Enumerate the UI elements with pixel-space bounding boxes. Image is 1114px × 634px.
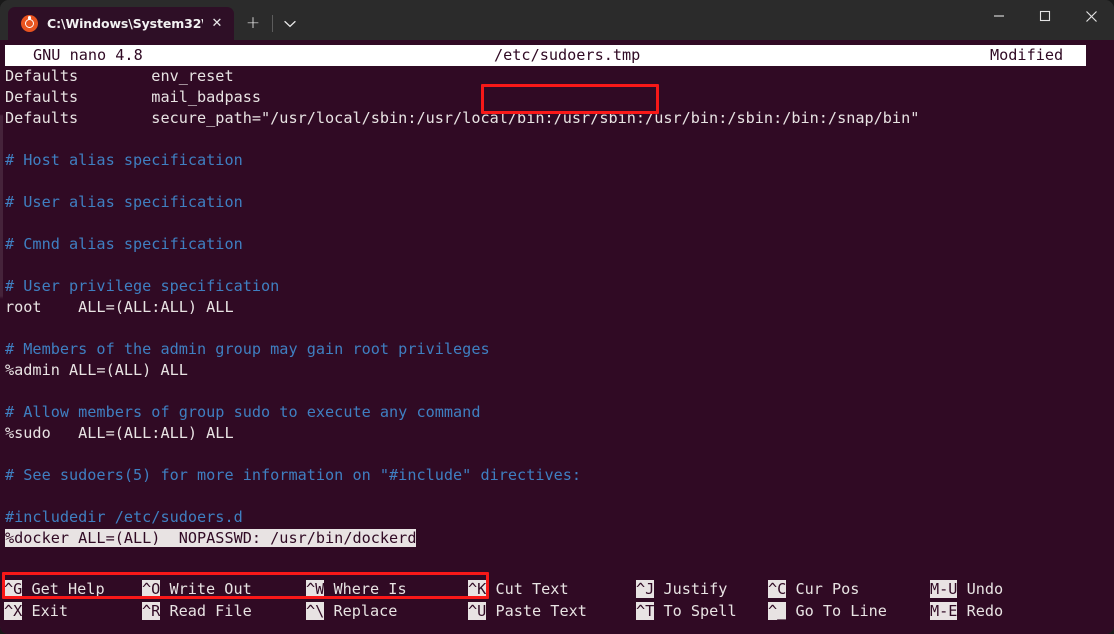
terminal-window: C:\Windows\System32\wsl.ex ✕ + (0, 0, 1114, 634)
nano-line[interactable]: Defaults secure_path="/usr/local/sbin:/u… (0, 108, 1114, 129)
shortcut-label: Paste Text (486, 602, 587, 620)
shortcut-column: ^K Cut Text^U Paste Text (468, 578, 587, 622)
nano-line[interactable] (0, 171, 1114, 192)
close-icon[interactable] (1068, 0, 1114, 32)
tab-strip: C:\Windows\System32\wsl.ex ✕ + (0, 0, 305, 40)
nano-line[interactable] (0, 318, 1114, 339)
shortcut-column: ^J Justify^T To Spell (636, 578, 737, 622)
shortcut-label: Read File (160, 602, 251, 620)
nano-line[interactable] (0, 213, 1114, 234)
shortcut-key: ^K (468, 580, 486, 598)
shortcut-label: Cut Text (486, 580, 568, 598)
shortcut-column: ^W Where Is^\ Replace (306, 578, 407, 622)
shortcut-column: ^G Get Help^X Exit (4, 578, 105, 622)
nano-version-label: GNU nano 4.8 (33, 45, 143, 66)
nano-line[interactable] (0, 381, 1114, 402)
shortcut-label: Exit (22, 602, 68, 620)
nano-line[interactable]: # User privilege specification (0, 276, 1114, 297)
chevron-down-icon[interactable] (275, 9, 305, 39)
nano-line[interactable] (0, 129, 1114, 150)
nano-line[interactable]: # Host alias specification (0, 150, 1114, 171)
shortcut-column: ^C Cur Pos^_ Go To Line (768, 578, 887, 622)
nano-line[interactable]: Defaults env_reset (0, 66, 1114, 87)
window-drag-region[interactable] (305, 0, 976, 40)
nano-line[interactable]: # User alias specification (0, 192, 1114, 213)
shortcut-column: M-U UndoM-E Redo (930, 578, 1003, 622)
shortcut-key: ^C (768, 580, 786, 598)
nano-line-text: %docker ALL=(ALL) NOPASSWD: /usr/bin/doc… (5, 529, 416, 547)
window-controls (976, 0, 1114, 40)
shortcut-key: ^\ (306, 602, 324, 620)
shortcut-entry[interactable]: ^G Get Help (4, 578, 105, 600)
shortcut-label: Get Help (22, 580, 104, 598)
shortcut-key: ^_ (768, 602, 786, 620)
terminal-pane[interactable]: GNU nano 4.8 /etc/sudoers.tmp Modified D… (0, 40, 1114, 634)
shortcut-entry[interactable]: ^C Cur Pos (768, 578, 887, 600)
shortcut-entry[interactable]: ^K Cut Text (468, 578, 587, 600)
nano-line[interactable]: # Allow members of group sudo to execute… (0, 402, 1114, 423)
shortcut-key: ^O (142, 580, 160, 598)
nano-shortcut-bar: ^G Get Help^X Exit^O Write Out^R Read Fi… (0, 578, 1114, 622)
shortcut-key: ^R (142, 602, 160, 620)
shortcut-key: ^J (636, 580, 654, 598)
shortcut-label: Go To Line (786, 602, 887, 620)
shortcut-label: To Spell (654, 602, 736, 620)
shortcut-label: Cur Pos (786, 580, 859, 598)
nano-line[interactable]: Defaults mail_badpass (0, 87, 1114, 108)
shortcut-entry[interactable]: ^X Exit (4, 600, 105, 622)
nano-line[interactable]: root ALL=(ALL:ALL) ALL (0, 297, 1114, 318)
title-bar: C:\Windows\System32\wsl.ex ✕ + (0, 0, 1114, 40)
shortcut-label: Undo (957, 580, 1003, 598)
shortcut-entry[interactable]: ^W Where Is (306, 578, 407, 600)
tab-wsl[interactable]: C:\Windows\System32\wsl.ex ✕ (8, 7, 234, 40)
tab-actions: + (234, 7, 305, 40)
shortcut-entry[interactable]: M-E Redo (930, 600, 1003, 622)
maximize-icon[interactable] (1022, 0, 1068, 32)
nano-line[interactable]: %admin ALL=(ALL) ALL (0, 360, 1114, 381)
nano-line[interactable] (0, 255, 1114, 276)
shortcut-key: ^X (4, 602, 22, 620)
ubuntu-logo-icon (21, 15, 38, 32)
shortcut-entry[interactable]: ^U Paste Text (468, 600, 587, 622)
nano-line[interactable]: #includedir /etc/sudoers.d (0, 507, 1114, 528)
nano-filename-label: /etc/sudoers.tmp (494, 45, 640, 66)
tabstrip-divider (272, 15, 273, 32)
shortcut-label: Justify (654, 580, 727, 598)
shortcut-entry[interactable]: ^\ Replace (306, 600, 407, 622)
shortcut-entry[interactable]: ^R Read File (142, 600, 252, 622)
nano-title-bar: GNU nano 4.8 /etc/sudoers.tmp Modified (5, 45, 1086, 66)
shortcut-key: ^W (306, 580, 324, 598)
shortcut-key: M-U (930, 580, 957, 598)
shortcut-key: M-E (930, 602, 957, 620)
shortcut-column: ^O Write Out^R Read File (142, 578, 252, 622)
nano-modified-status: Modified (990, 45, 1063, 66)
shortcut-key: ^T (636, 602, 654, 620)
nano-line[interactable]: %sudo ALL=(ALL:ALL) ALL (0, 423, 1114, 444)
shortcut-entry[interactable]: M-U Undo (930, 578, 1003, 600)
shortcut-label: Replace (324, 602, 397, 620)
shortcut-key: ^G (4, 580, 22, 598)
shortcut-label: Where Is (324, 580, 406, 598)
nano-line[interactable] (0, 444, 1114, 465)
nano-text-buffer[interactable]: Defaults env_resetDefaults mail_badpassD… (0, 66, 1114, 549)
shortcut-entry[interactable]: ^T To Spell (636, 600, 737, 622)
shortcut-entry[interactable]: ^_ Go To Line (768, 600, 887, 622)
nano-line[interactable]: # Members of the admin group may gain ro… (0, 339, 1114, 360)
minimize-icon[interactable] (976, 0, 1022, 32)
shortcut-label: Redo (957, 602, 1003, 620)
new-tab-button[interactable]: + (236, 9, 270, 39)
shortcut-entry[interactable]: ^O Write Out (142, 578, 252, 600)
tab-close-icon[interactable]: ✕ (209, 17, 225, 30)
nano-line[interactable]: # Cmnd alias specification (0, 234, 1114, 255)
shortcut-entry[interactable]: ^J Justify (636, 578, 737, 600)
shortcut-key: ^U (468, 602, 486, 620)
nano-line[interactable]: # See sudoers(5) for more information on… (0, 465, 1114, 486)
tab-title: C:\Windows\System32\wsl.ex (47, 16, 203, 31)
nano-line[interactable]: %docker ALL=(ALL) NOPASSWD: /usr/bin/doc… (0, 528, 1114, 549)
shortcut-label: Write Out (160, 580, 251, 598)
nano-line[interactable] (0, 486, 1114, 507)
